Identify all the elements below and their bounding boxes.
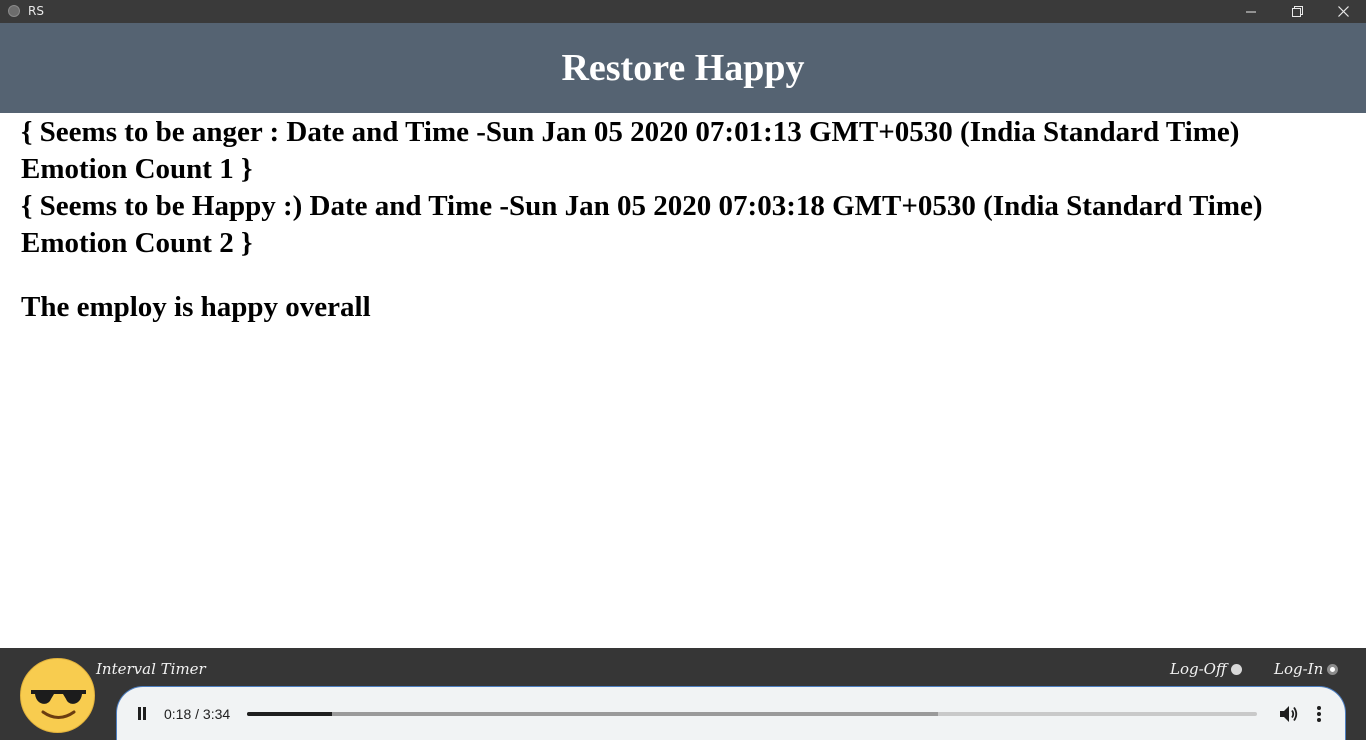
minimize-icon bbox=[1246, 11, 1256, 12]
login-radio[interactable] bbox=[1327, 663, 1339, 675]
logoff-radio[interactable] bbox=[1230, 663, 1242, 675]
seek-progress bbox=[247, 712, 332, 716]
window-titlebar: RS bbox=[0, 0, 1366, 23]
more-vertical-icon-dot bbox=[1317, 718, 1321, 722]
more-vertical-icon-dot bbox=[1317, 706, 1321, 710]
minimize-button[interactable] bbox=[1228, 0, 1274, 23]
seek-slider[interactable] bbox=[247, 712, 1257, 716]
time-display: 0:18 / 3:34 bbox=[164, 706, 231, 722]
overall-summary: The employ is happy overall bbox=[21, 291, 371, 323]
restore-button[interactable] bbox=[1274, 0, 1320, 23]
login-label: Log-In bbox=[1274, 660, 1324, 678]
seek-buffered bbox=[247, 712, 938, 716]
app-header: Restore Happy bbox=[0, 23, 1366, 113]
window-title: RS bbox=[28, 4, 44, 18]
emotion-log: { Seems to be anger : Date and Time -Sun… bbox=[21, 113, 1351, 326]
more-options-button[interactable] bbox=[1313, 703, 1325, 725]
close-button[interactable] bbox=[1320, 0, 1366, 23]
interval-timer-label: Interval Timer bbox=[96, 660, 206, 678]
log-entry-list: { Seems to be anger : Date and Time -Sun… bbox=[21, 114, 1351, 262]
logoff-label: Log-Off bbox=[1170, 660, 1227, 678]
more-vertical-icon-dot bbox=[1317, 712, 1321, 716]
logoff-option[interactable]: Log-Off bbox=[1170, 660, 1242, 678]
volume-icon bbox=[1280, 706, 1298, 722]
login-option[interactable]: Log-In bbox=[1274, 660, 1339, 678]
pause-icon-bar bbox=[143, 707, 146, 720]
pause-button[interactable] bbox=[136, 707, 148, 721]
audio-player: 0:18 / 3:34 bbox=[116, 686, 1346, 740]
log-entry: { Seems to be anger : Date and Time -Sun… bbox=[21, 116, 1240, 185]
pause-icon-bar bbox=[138, 707, 141, 720]
sunglasses-emoji-icon bbox=[20, 658, 95, 733]
log-entry: { Seems to be Happy :) Date and Time -Su… bbox=[21, 190, 1263, 259]
restore-icon bbox=[1291, 6, 1303, 17]
close-icon bbox=[1337, 6, 1349, 17]
app-icon bbox=[8, 5, 20, 17]
page-title: Restore Happy bbox=[561, 47, 805, 89]
volume-button[interactable] bbox=[1277, 703, 1299, 725]
